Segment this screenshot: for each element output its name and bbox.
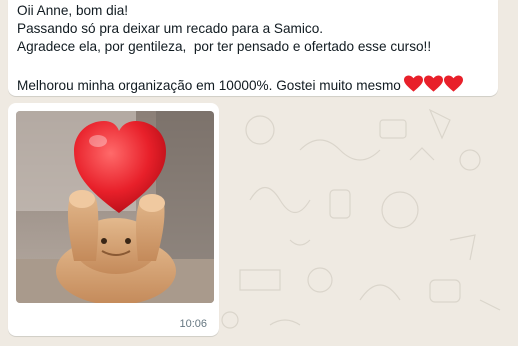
message-line-text: Melhorou minha organização em 10000%. Go… (17, 78, 401, 93)
red-heart-icon (423, 75, 443, 92)
red-heart-icon (443, 75, 463, 92)
cat-heart-image[interactable] (16, 111, 214, 303)
message-timestamp: 10:06 (179, 318, 207, 330)
message-line: Agradece ela, por gentileza, por ter pen… (17, 39, 432, 54)
image-message-bubble[interactable]: 10:06 (8, 103, 219, 336)
red-heart-icon (403, 75, 423, 92)
message-bubble[interactable]: Oii Anne, bom dia! Passando só pra deixa… (8, 0, 498, 96)
line-break (17, 56, 488, 75)
heart-emojis (403, 75, 464, 93)
message-line: Melhorou minha organização em 10000%. Go… (17, 75, 488, 95)
message-line: Oii Anne, bom dia! (17, 3, 129, 18)
message-line: Passando só pra deixar um recado para a … (17, 21, 324, 36)
